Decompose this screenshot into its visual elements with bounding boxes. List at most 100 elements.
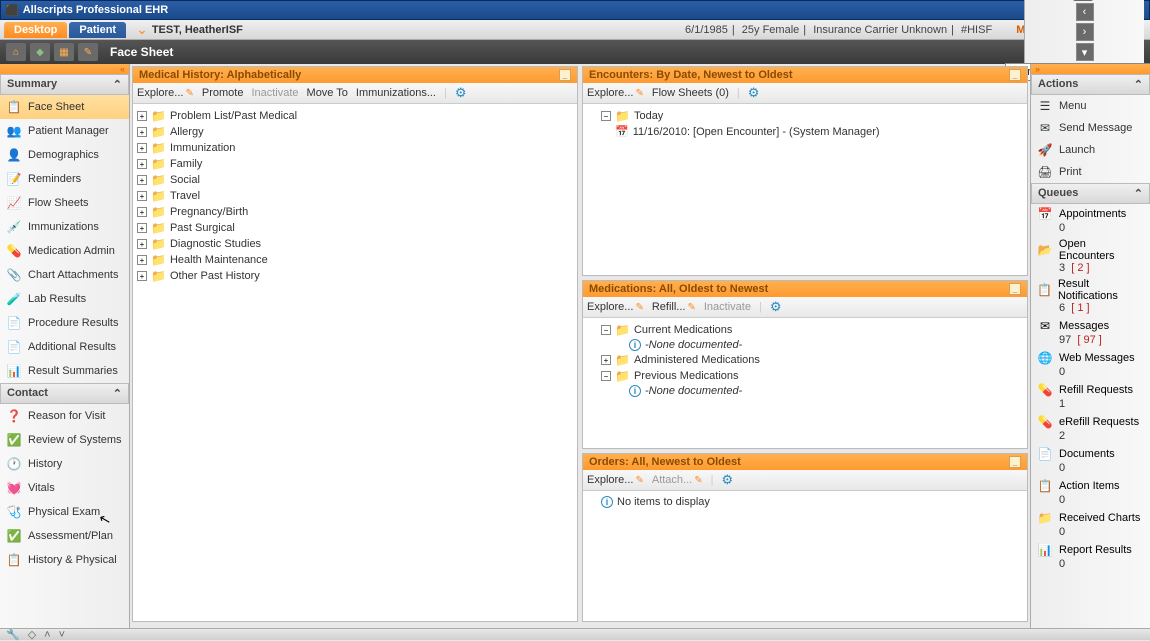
sidebar-collapse-left[interactable]: « — [0, 64, 129, 74]
tree-item[interactable]: +📁Immunization — [137, 140, 573, 156]
encounters-header[interactable]: Encounters: By Date, Newest to Oldest _ — [583, 67, 1027, 83]
nav-prev-button[interactable]: ‹ — [1076, 3, 1094, 21]
sidebar-item-additional-results[interactable]: 📄Additional Results — [0, 335, 129, 359]
home-icon[interactable]: ⌂ — [6, 43, 26, 61]
expand-icon[interactable]: + — [601, 355, 611, 365]
patient-name[interactable]: TEST, HeatherISF — [152, 24, 243, 36]
tree-item[interactable]: +📁Family — [137, 156, 573, 172]
queue-received-charts[interactable]: 📁Received Charts0 — [1031, 508, 1150, 540]
nav-next-button[interactable]: › — [1076, 23, 1094, 41]
sidebar-item-reminders[interactable]: 📝Reminders — [0, 167, 129, 191]
chevron-down-icon[interactable]: ⌄ — [136, 21, 148, 38]
panel-gear-icon[interactable]: ⚙ — [721, 472, 733, 488]
action-launch[interactable]: 🚀Launch — [1031, 139, 1150, 161]
explore-link[interactable]: Explore...✎ — [587, 301, 644, 313]
expand-icon[interactable]: + — [137, 111, 147, 121]
wrench-icon[interactable]: 🔧 — [6, 628, 20, 641]
sidebar-contact-header[interactable]: Contact ⌃ — [0, 383, 129, 404]
refill-link[interactable]: Refill...✎ — [652, 301, 696, 313]
medical-history-header[interactable]: Medical History: Alphabetically _ — [133, 67, 577, 83]
collapse-icon[interactable]: − — [601, 111, 611, 121]
expand-icon[interactable]: + — [137, 191, 147, 201]
collapse-icon[interactable]: − — [601, 325, 611, 335]
inactivate-link[interactable]: Inactivate — [704, 301, 751, 313]
sidebar-item-reason-for-visit[interactable]: ❓Reason for Visit — [0, 404, 129, 428]
queue-open-encounters[interactable]: 📂Open Encounters3 [ 2 ] — [1031, 236, 1150, 276]
action-menu[interactable]: ☰Menu — [1031, 95, 1150, 117]
sidebar-item-history-physical[interactable]: 📋History & Physical — [0, 548, 129, 572]
tree-today[interactable]: − 📁 Today — [587, 108, 1023, 124]
promote-link[interactable]: Promote — [202, 87, 244, 99]
flow-sheets-link[interactable]: Flow Sheets (0) — [652, 87, 729, 99]
attach-link[interactable]: Attach...✎ — [652, 474, 703, 486]
tree-item[interactable]: +📁Problem List/Past Medical — [137, 108, 573, 124]
tree-current-meds[interactable]: − 📁 Current Medications — [587, 322, 1023, 338]
sidebar-summary-header[interactable]: Summary ⌃ — [0, 74, 129, 95]
toolbar-icon-3[interactable]: ▦ — [54, 43, 74, 61]
sidebar-item-demographics[interactable]: 👤Demographics — [0, 143, 129, 167]
expand-icon[interactable]: + — [137, 127, 147, 137]
orders-header[interactable]: Orders: All, Newest to Oldest _ — [583, 454, 1027, 470]
status-down-icon[interactable]: ˅ — [59, 629, 65, 641]
queue-messages[interactable]: ✉Messages97 [ 97 ] — [1031, 316, 1150, 348]
panel-minimize-button[interactable]: _ — [1009, 456, 1021, 468]
panel-gear-icon[interactable]: ⚙ — [748, 85, 760, 101]
expand-icon[interactable]: + — [137, 271, 147, 281]
sidebar-item-vitals[interactable]: 💓Vitals — [0, 476, 129, 500]
expand-icon[interactable]: + — [137, 223, 147, 233]
inactivate-link[interactable]: Inactivate — [251, 87, 298, 99]
sidebar-item-physical-exam[interactable]: 🩺Physical Exam — [0, 500, 129, 524]
action-send-message[interactable]: ✉Send Message — [1031, 117, 1150, 139]
queue-result-notifications[interactable]: 📋Result Notifications6 [ 1 ] — [1031, 276, 1150, 316]
queue-appointments[interactable]: 📅Appointments0 — [1031, 204, 1150, 236]
queue-report-results[interactable]: 📊Report Results0 — [1031, 540, 1150, 572]
sidebar-item-lab-results[interactable]: 🧪Lab Results — [0, 287, 129, 311]
sidebar-item-assessment-plan[interactable]: ✅Assessment/Plan — [0, 524, 129, 548]
panel-minimize-button[interactable]: _ — [1009, 69, 1021, 81]
queues-header[interactable]: Queues ⌃ — [1031, 183, 1150, 204]
sidebar-item-review-of-systems[interactable]: ✅Review of Systems — [0, 428, 129, 452]
sidebar-collapse-right[interactable]: » — [1031, 64, 1150, 74]
panel-minimize-button[interactable]: _ — [1009, 283, 1021, 295]
tab-patient[interactable]: Patient — [69, 22, 126, 38]
tree-item[interactable]: +📁Allergy — [137, 124, 573, 140]
tab-desktop[interactable]: Desktop — [4, 22, 67, 38]
search-icon[interactable]: 🔍 — [1073, 0, 1093, 1]
queue-action-items[interactable]: 📋Action Items0 — [1031, 476, 1150, 508]
expand-icon[interactable]: + — [137, 255, 147, 265]
queue-refill-requests[interactable]: 💊Refill Requests1 — [1031, 380, 1150, 412]
explore-link[interactable]: Explore...✎ — [137, 87, 194, 99]
tree-item[interactable]: +📁Past Surgical — [137, 220, 573, 236]
status-up-icon[interactable]: ˄ — [44, 629, 50, 641]
sidebar-item-procedure-results[interactable]: 📄Procedure Results — [0, 311, 129, 335]
tree-item[interactable]: +📁Diagnostic Studies — [137, 236, 573, 252]
sidebar-item-result-summaries[interactable]: 📊Result Summaries — [0, 359, 129, 383]
actions-header[interactable]: Actions ⌃ — [1031, 74, 1150, 95]
sidebar-item-medication-admin[interactable]: 💊Medication Admin — [0, 239, 129, 263]
toolbar-icon-2[interactable]: ◆ — [30, 43, 50, 61]
tree-item[interactable]: +📁Pregnancy/Birth — [137, 204, 573, 220]
sidebar-item-chart-attachments[interactable]: 📎Chart Attachments — [0, 263, 129, 287]
panel-gear-icon[interactable]: ⚙ — [455, 85, 467, 101]
expand-icon[interactable]: + — [137, 159, 147, 169]
tree-item[interactable]: +📁Health Maintenance — [137, 252, 573, 268]
encounter-entry[interactable]: 📅 11/16/2010: [Open Encounter] - (System… — [587, 124, 1023, 139]
sidebar-item-patient-manager[interactable]: 👥Patient Manager — [0, 119, 129, 143]
nav-dropdown-button[interactable]: ▾ — [1076, 43, 1094, 61]
expand-icon[interactable]: + — [137, 175, 147, 185]
tree-prev-meds[interactable]: − 📁 Previous Medications — [587, 368, 1023, 384]
tree-item[interactable]: +📁Other Past History — [137, 268, 573, 284]
immunizations-link[interactable]: Immunizations... — [356, 87, 436, 99]
collapse-icon[interactable]: − — [601, 371, 611, 381]
sidebar-item-flow-sheets[interactable]: 📈Flow Sheets — [0, 191, 129, 215]
expand-icon[interactable]: + — [137, 143, 147, 153]
queue-web-messages[interactable]: 🌐Web Messages0 — [1031, 348, 1150, 380]
status-icon[interactable]: ◇ — [28, 628, 36, 641]
queue-documents[interactable]: 📄Documents0 — [1031, 444, 1150, 476]
explore-link[interactable]: Explore...✎ — [587, 474, 644, 486]
sidebar-item-immunizations[interactable]: 💉Immunizations — [0, 215, 129, 239]
explore-link[interactable]: Explore...✎ — [587, 87, 644, 99]
panel-minimize-button[interactable]: _ — [559, 69, 571, 81]
panel-gear-icon[interactable]: ⚙ — [770, 299, 782, 315]
queue-erefill-requests[interactable]: 💊eRefill Requests2 — [1031, 412, 1150, 444]
